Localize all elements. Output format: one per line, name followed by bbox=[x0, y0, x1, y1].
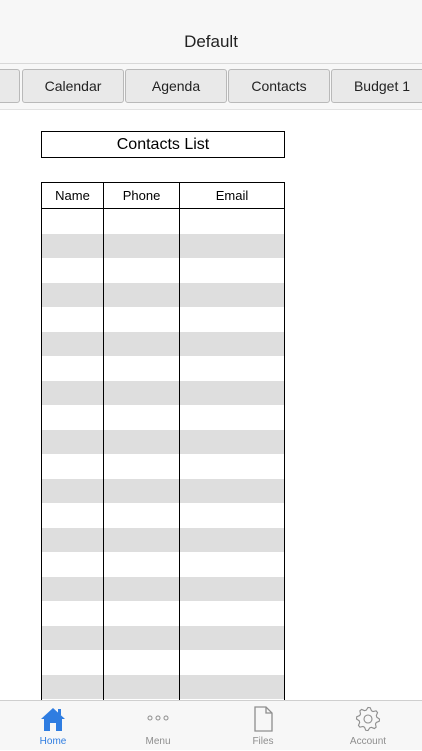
contacts-list-title: Contacts List bbox=[41, 131, 285, 158]
column-divider bbox=[179, 183, 180, 711]
table-row[interactable] bbox=[42, 552, 284, 577]
table-row[interactable] bbox=[42, 356, 284, 381]
home-icon bbox=[40, 706, 66, 732]
table-row[interactable] bbox=[42, 233, 284, 258]
table-row[interactable] bbox=[42, 454, 284, 479]
table-body bbox=[42, 209, 284, 711]
tab-bar-files-label: Files bbox=[252, 736, 274, 747]
table-row[interactable] bbox=[42, 576, 284, 601]
table-row[interactable] bbox=[42, 429, 284, 454]
page-title: Default bbox=[184, 32, 238, 51]
table-row[interactable] bbox=[42, 405, 284, 430]
tab-bar-home-label: Home bbox=[39, 736, 67, 747]
tab-contacts[interactable]: Contacts bbox=[228, 69, 330, 103]
tab-bar-files[interactable]: Files bbox=[223, 701, 303, 751]
tab-budget-1[interactable]: Budget 1 bbox=[331, 69, 422, 103]
table-row[interactable] bbox=[42, 625, 284, 650]
table-row[interactable] bbox=[42, 650, 284, 675]
contacts-table: Name Phone Email bbox=[41, 182, 285, 712]
gear-icon bbox=[355, 706, 381, 732]
bottom-tab-bar: Home Menu Files Account bbox=[0, 700, 422, 750]
column-divider bbox=[103, 183, 104, 711]
table-row[interactable] bbox=[42, 209, 284, 234]
column-header-email: Email bbox=[215, 188, 249, 203]
tab-bar-account[interactable]: Account bbox=[328, 701, 408, 751]
tab-bar-account-label: Account bbox=[349, 736, 387, 747]
table-row[interactable] bbox=[42, 601, 284, 626]
tab-agenda[interactable]: Agenda bbox=[125, 69, 227, 103]
tab-bar-home[interactable]: Home bbox=[13, 701, 93, 751]
table-row[interactable] bbox=[42, 258, 284, 283]
table-row[interactable] bbox=[42, 527, 284, 552]
file-icon bbox=[250, 706, 276, 732]
table-header: Name Phone Email bbox=[42, 183, 284, 209]
tab-bar-menu[interactable]: Menu bbox=[118, 701, 198, 751]
tab-calendar[interactable]: Calendar bbox=[22, 69, 124, 103]
column-header-name: Name bbox=[55, 188, 90, 203]
segment-tab-strip[interactable]: Calendar Agenda Contacts Budget 1 bbox=[0, 64, 422, 110]
table-row[interactable] bbox=[42, 331, 284, 356]
table-row[interactable] bbox=[42, 503, 284, 528]
column-header-phone: Phone bbox=[122, 188, 161, 203]
tab-partial[interactable] bbox=[0, 69, 20, 103]
table-row[interactable] bbox=[42, 478, 284, 503]
navigation-bar: Default bbox=[0, 0, 422, 64]
table-row[interactable] bbox=[42, 380, 284, 405]
table-row[interactable] bbox=[42, 674, 284, 699]
tab-bar-menu-label: Menu bbox=[145, 736, 171, 747]
more-dots-icon bbox=[145, 706, 171, 732]
table-row[interactable] bbox=[42, 307, 284, 332]
table-row[interactable] bbox=[42, 282, 284, 307]
